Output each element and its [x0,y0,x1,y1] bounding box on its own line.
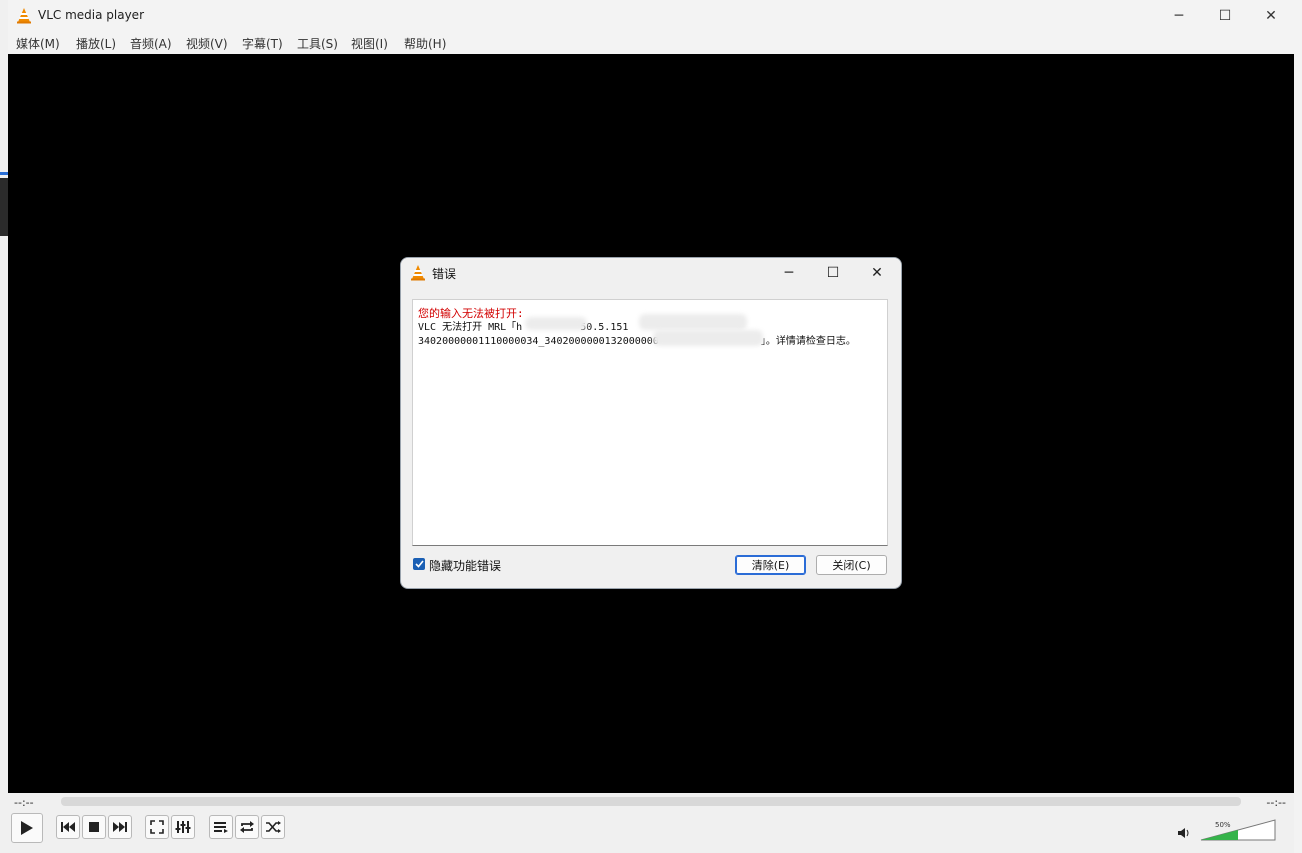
checkmark-icon [414,560,424,568]
menu-bar: 媒体(M) 播放(L) 音频(A) 视频(V) 字幕(T) 工具(S) 视图(I… [8,32,1302,54]
play-icon [21,821,33,835]
volume-slider[interactable] [1200,819,1276,841]
redaction-blur [639,314,747,330]
error-message-box[interactable]: 您的输入无法被打开: VLC 无法打开 MRL「h 50.5.151 34020… [412,299,888,546]
maximize-button[interactable]: ☐ [1202,0,1248,32]
close-icon: ✕ [871,265,883,281]
dialog-minimize-button[interactable]: ─ [767,258,811,288]
clear-button[interactable]: 清除(E) [735,555,806,575]
redaction-blur [525,317,587,330]
hide-errors-checkbox[interactable] [413,558,425,570]
minimize-icon: ─ [784,265,794,281]
time-total: --:-- [1266,796,1286,809]
redaction-blur [653,330,763,346]
loop-button[interactable] [235,815,259,839]
menu-audio[interactable]: 音频(A) [130,35,172,52]
menu-video[interactable]: 视频(V) [186,35,228,52]
vlc-cone-icon [17,8,31,24]
hide-errors-label[interactable]: 隐藏功能错误 [429,557,501,574]
menu-view[interactable]: 视图(I) [351,35,388,52]
playback-controls: --:-- --:-- 50% [8,793,1294,853]
close-button[interactable]: ✕ [1248,0,1294,32]
menu-help[interactable]: 帮助(H) [404,35,446,52]
dialog-close-text-button[interactable]: 关闭(C) [816,555,887,575]
menu-tools[interactable]: 工具(S) [297,35,338,52]
playlist-icon [214,822,228,833]
vlc-cone-icon [411,265,425,281]
menu-media[interactable]: 媒体(M) [16,35,60,52]
seek-bar[interactable] [61,797,1241,806]
error-line-2-text: 34020000001110000034_3402000000132000000 [418,336,659,347]
shuffle-button[interactable] [261,815,285,839]
maximize-icon: ☐ [1218,8,1232,24]
dialog-close-button[interactable]: ✕ [855,258,899,288]
fullscreen-button[interactable] [145,815,169,839]
minimize-icon: ─ [1174,8,1184,24]
menu-playback[interactable]: 播放(L) [76,35,116,52]
error-line-2-tail: 」。详情请检查日志。 [760,336,856,347]
equalizer-icon [175,821,191,833]
background-dark-block [0,178,8,236]
dialog-title: 错误 [432,267,457,281]
previous-icon [61,822,75,832]
title-bar: VLC media player ─ ☐ ✕ [8,0,1302,32]
menu-subtitle[interactable]: 字幕(T) [242,35,283,52]
next-icon [113,822,127,832]
minimize-button[interactable]: ─ [1156,0,1202,32]
dialog-title-bar: 错误 ─ ☐ ✕ [401,258,901,288]
loop-icon [240,821,254,833]
previous-button[interactable] [56,815,80,839]
error-line-2: 34020000001110000034_3402000000132000000… [418,332,856,347]
error-line-1: VLC 无法打开 MRL「h 50.5.151 [418,318,628,333]
fullscreen-icon [150,820,164,834]
next-button[interactable] [108,815,132,839]
play-button[interactable] [11,813,43,843]
maximize-icon: ☐ [826,265,840,281]
extended-settings-button[interactable] [171,815,195,839]
stop-icon [89,822,99,832]
background-accent [0,172,8,175]
close-icon: ✕ [1265,8,1277,24]
speaker-icon[interactable] [1178,828,1190,838]
shuffle-icon [266,821,281,833]
playlist-button[interactable] [209,815,233,839]
stop-button[interactable] [82,815,106,839]
time-elapsed: --:-- [14,796,34,809]
error-dialog: 错误 ─ ☐ ✕ 您的输入无法被打开: VLC 无法打开 MRL「h 50.5.… [400,257,902,589]
window-title: VLC media player [38,8,145,22]
dialog-maximize-button[interactable]: ☐ [811,258,855,288]
